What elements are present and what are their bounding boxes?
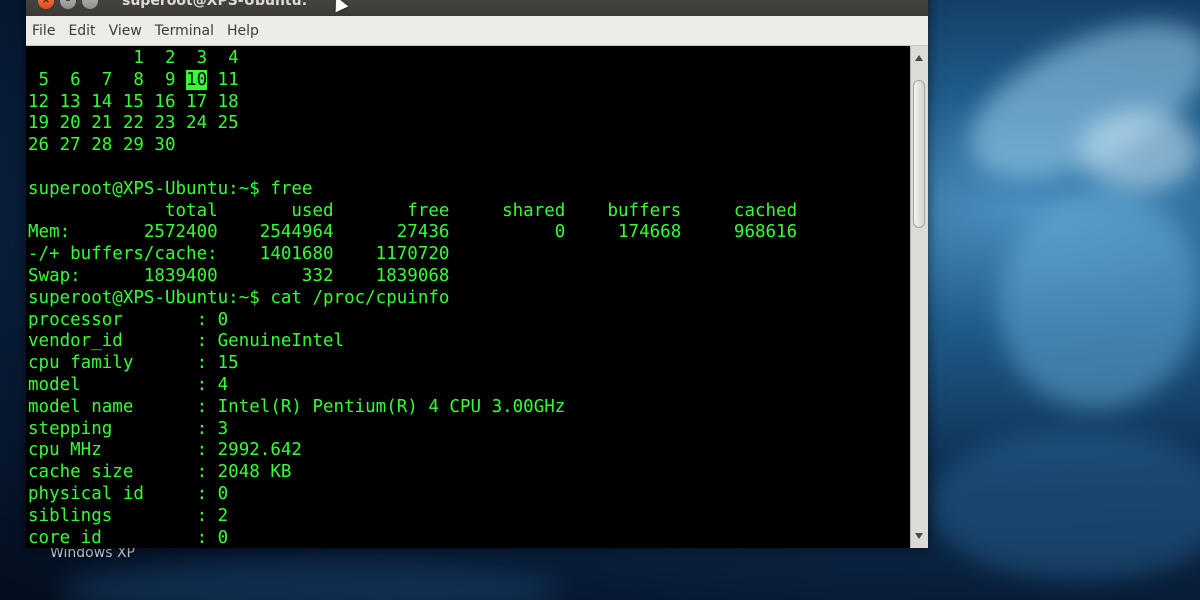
cpuinfo-line: cache size : 2048 KB bbox=[28, 462, 292, 483]
menu-edit[interactable]: Edit bbox=[68, 23, 95, 39]
wallpaper-wisp bbox=[60, 560, 560, 600]
window-titlebar[interactable]: × – ^ superoot@XPS-Ubuntu: bbox=[26, 0, 928, 16]
scrollbar-thumb[interactable] bbox=[913, 80, 925, 228]
free-mem-line: Mem: 2572400 2544964 27436 0 174668 9686… bbox=[28, 222, 798, 243]
cpuinfo-line: processor : 0 bbox=[28, 309, 229, 330]
mouse-cursor-icon bbox=[329, 0, 349, 13]
calendar-row: 12 13 14 15 16 17 18 bbox=[28, 91, 239, 112]
calendar-row: 11 bbox=[207, 69, 239, 90]
cpuinfo-line: core id : 0 bbox=[28, 527, 229, 548]
menu-bar: File Edit View Terminal Help bbox=[26, 16, 928, 46]
calendar-row: 5 6 7 8 9 bbox=[28, 69, 187, 90]
minimize-window-button[interactable]: – bbox=[60, 0, 76, 9]
terminal-text: 1 2 3 4 5 6 7 8 9 10 11 12 13 14 15 16 1… bbox=[26, 46, 910, 548]
window-title: superoot@XPS-Ubuntu: bbox=[122, 0, 308, 9]
wallpaper-wisp bbox=[1080, 110, 1200, 190]
cpuinfo-line: model : 4 bbox=[28, 374, 229, 395]
calendar-today-highlight: 10 bbox=[186, 69, 208, 90]
terminal-window: × – ^ superoot@XPS-Ubuntu: File Edit Vie… bbox=[26, 0, 928, 548]
calendar-row: 26 27 28 29 30 bbox=[28, 135, 176, 156]
prompt-line: superoot@XPS-Ubuntu:~$ free bbox=[28, 178, 313, 199]
vertical-scrollbar[interactable] bbox=[910, 46, 928, 548]
menu-view[interactable]: View bbox=[109, 23, 142, 39]
wallpaper-wisp bbox=[930, 430, 1200, 580]
desktop-background: Windows XP × – ^ superoot@XPS-Ubuntu: Fi… bbox=[0, 0, 1200, 600]
calendar-row: 19 20 21 22 23 24 25 bbox=[28, 113, 239, 134]
cpuinfo-line: model name : Intel(R) Pentium(R) 4 CPU 3… bbox=[28, 396, 566, 417]
menu-file[interactable]: File bbox=[32, 23, 55, 39]
cpuinfo-line: vendor_id : GenuineIntel bbox=[28, 331, 345, 352]
calendar-row: 1 2 3 4 bbox=[28, 48, 239, 68]
prompt-line: superoot@XPS-Ubuntu:~$ cat /proc/cpuinfo bbox=[28, 287, 450, 308]
cpuinfo-line: physical id : 0 bbox=[28, 483, 229, 504]
free-header-line: total used free shared buffers cached bbox=[28, 200, 798, 221]
cpuinfo-line: cpu MHz : 2992.642 bbox=[28, 440, 302, 461]
menu-help[interactable]: Help bbox=[227, 23, 259, 39]
free-swap-line: Swap: 1839400 332 1839068 bbox=[28, 265, 450, 286]
close-window-button[interactable]: × bbox=[38, 0, 54, 9]
cpuinfo-line: stepping : 3 bbox=[28, 418, 229, 439]
cpuinfo-line: siblings : 2 bbox=[28, 505, 229, 526]
maximize-window-button[interactable]: ^ bbox=[82, 0, 98, 9]
free-bufcache-line: -/+ buffers/cache: 1401680 1170720 bbox=[28, 244, 450, 265]
terminal-output[interactable]: 1 2 3 4 5 6 7 8 9 10 11 12 13 14 15 16 1… bbox=[26, 46, 910, 548]
cpuinfo-line: cpu family : 15 bbox=[28, 353, 239, 374]
scroll-down-arrow-icon[interactable] bbox=[915, 533, 923, 539]
wallpaper-wisp bbox=[974, 167, 1200, 433]
scroll-up-arrow-icon[interactable] bbox=[915, 55, 923, 61]
menu-terminal[interactable]: Terminal bbox=[155, 23, 214, 39]
